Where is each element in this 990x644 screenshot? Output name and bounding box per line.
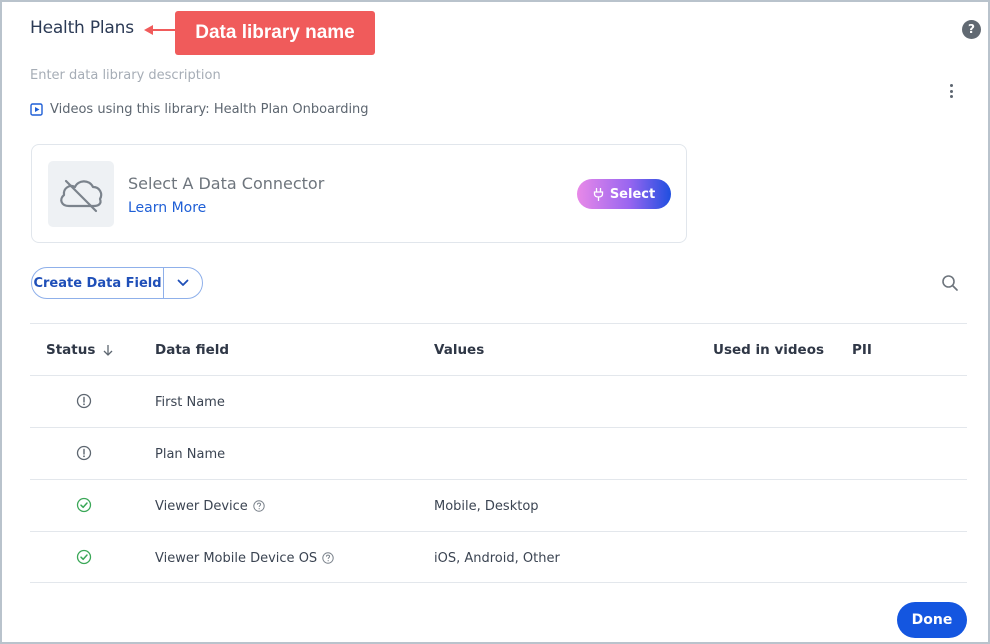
help-icon[interactable]: ?	[962, 20, 981, 39]
table-row[interactable]: Viewer Device Mobile, Desktop	[30, 479, 967, 531]
field-column-header: Data field	[155, 342, 230, 358]
used-column-header: Used in videos	[713, 342, 825, 358]
videos-using-library[interactable]: Videos using this library: Health Plan O…	[30, 102, 369, 117]
connector-title: Select A Data Connector	[128, 174, 325, 193]
create-data-field-button[interactable]: Create Data Field	[32, 268, 164, 298]
data-field-name: Viewer Device	[155, 480, 425, 532]
status-column-header[interactable]: Status	[46, 324, 136, 376]
done-button[interactable]: Done	[897, 602, 967, 638]
check-circle-icon	[76, 497, 92, 513]
data-field-values	[434, 428, 704, 480]
search-icon[interactable]	[941, 274, 959, 292]
table-row[interactable]: Viewer Mobile Device OS iOS, Android, Ot…	[30, 531, 967, 583]
annotation-callout: Data library name	[175, 11, 375, 55]
table-row[interactable]: First Name	[30, 375, 967, 427]
status-header-label: Status	[46, 342, 96, 358]
table-header: Status Data field Values Used in videos …	[30, 323, 967, 375]
data-field-name: Viewer Mobile Device OS	[155, 532, 425, 584]
warning-icon	[76, 445, 92, 461]
data-field-values: Mobile, Desktop	[434, 498, 539, 514]
select-label: Select	[609, 186, 656, 202]
library-description-input[interactable]: Enter data library description	[30, 68, 221, 83]
data-field-name: Plan Name	[155, 446, 226, 462]
select-connector-button[interactable]: Select	[577, 179, 671, 209]
create-options-dropdown[interactable]	[164, 268, 202, 298]
values-column-header: Values	[434, 342, 485, 358]
pii-column-header: PII	[852, 342, 872, 358]
question-mark-icon[interactable]	[322, 552, 334, 564]
data-field-name: First Name	[155, 394, 225, 410]
cloud-off-icon	[60, 179, 103, 213]
chevron-down-icon	[177, 279, 189, 286]
question-mark-icon[interactable]	[253, 500, 265, 512]
video-icon	[30, 103, 43, 116]
no-connector-thumbnail	[48, 161, 114, 227]
data-field-values	[434, 376, 704, 428]
learn-more-link[interactable]: Learn More	[128, 200, 206, 216]
data-fields-table: Status Data field Values Used in videos …	[30, 323, 967, 583]
library-name[interactable]: Health Plans	[30, 18, 134, 38]
more-options-icon[interactable]	[940, 82, 962, 100]
table-row[interactable]: Plan Name	[30, 427, 967, 479]
sort-arrow-down-icon	[103, 345, 113, 356]
callout-arrow-icon	[144, 25, 176, 35]
plug-icon	[593, 187, 603, 201]
create-data-field-split-button: Create Data Field	[31, 267, 203, 299]
check-circle-icon	[76, 549, 92, 565]
videos-using-label: Videos using this library: Health Plan O…	[50, 102, 369, 117]
data-field-values: iOS, Android, Other	[434, 550, 560, 566]
warning-icon	[76, 393, 92, 409]
data-connector-card: Select A Data Connector Learn More Selec…	[31, 144, 687, 243]
data-library-panel: Health Plans Data library name ? Enter d…	[0, 0, 990, 644]
